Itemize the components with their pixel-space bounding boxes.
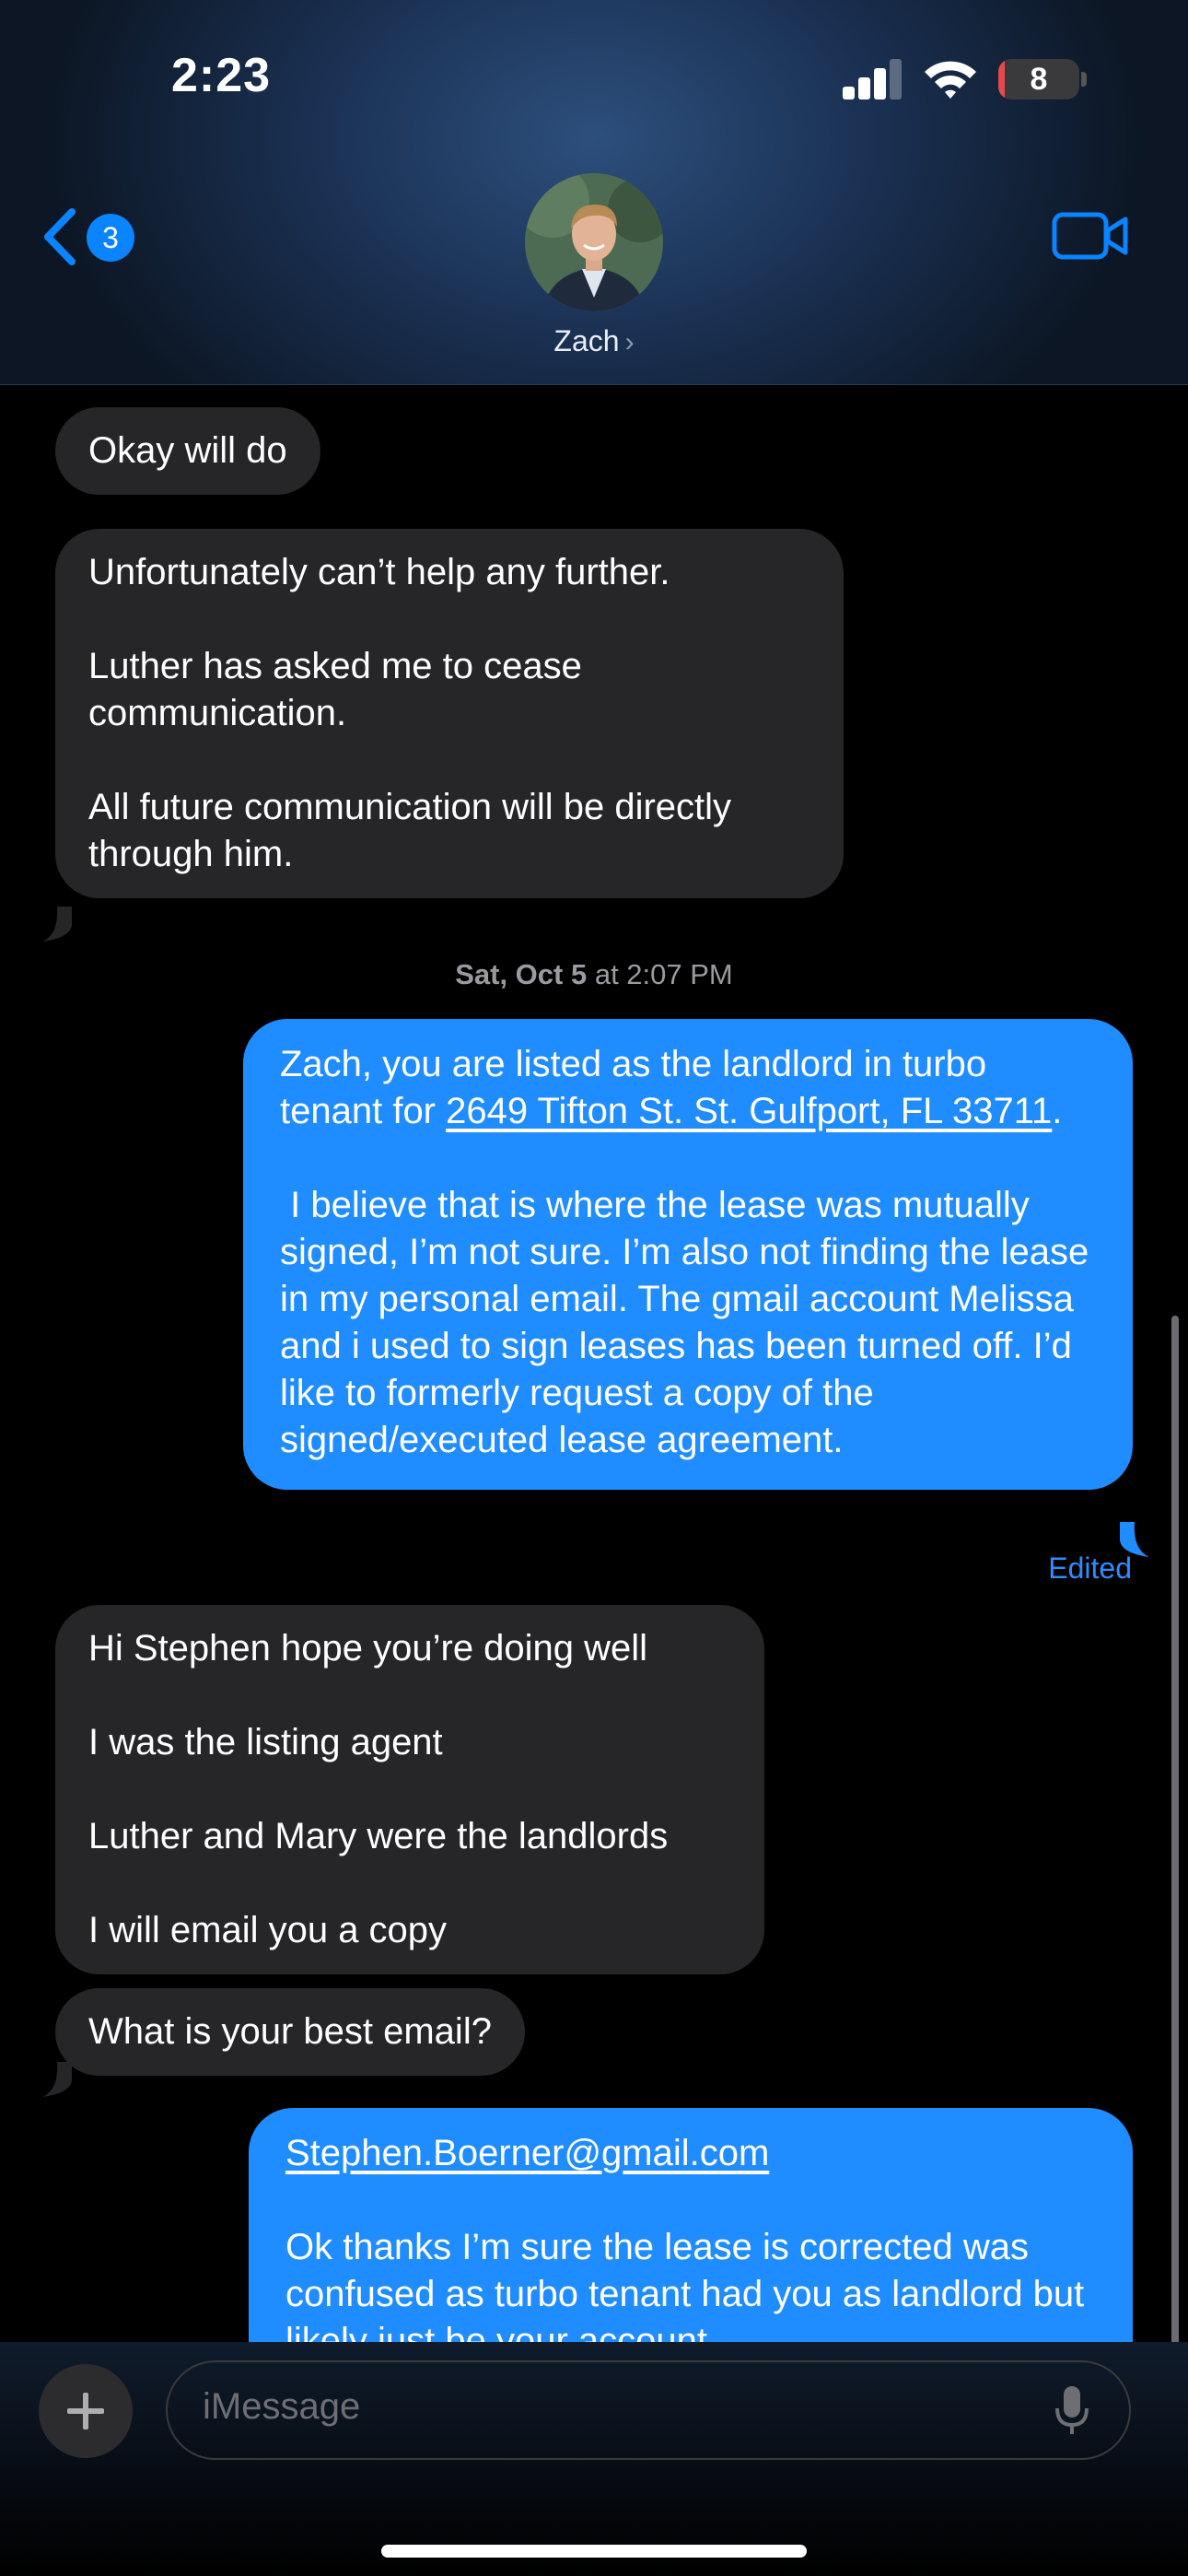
message-composer: iMessage <box>0 2342 1188 2576</box>
timestamp-day: Sat, Oct 5 <box>455 958 588 990</box>
conversation-header: 2:23 8 3 Zach › <box>0 0 1188 385</box>
outgoing-message[interactable]: Stephen.Boerner@gmail.com Ok thanks I’m … <box>249 2108 1133 2342</box>
contact-name-button[interactable]: Zach › <box>0 324 1188 358</box>
message-text: Unfortunately can’t help any further. Lu… <box>88 552 732 874</box>
message-input-placeholder: iMessage <box>203 2386 361 2427</box>
add-attachment-button[interactable] <box>39 2364 133 2458</box>
message-text: What is your best email? <box>88 2011 492 2052</box>
email-link[interactable]: Stephen.Boerner@gmail.com <box>285 2133 769 2173</box>
back-chevron-icon <box>44 208 76 265</box>
back-button[interactable]: 3 <box>41 205 142 269</box>
edited-label[interactable]: Edited <box>1048 1551 1132 1586</box>
incoming-message[interactable]: Unfortunately can’t help any further. Lu… <box>55 529 844 898</box>
message-input[interactable]: iMessage <box>166 2360 1131 2460</box>
wifi-icon <box>925 61 976 99</box>
incoming-message[interactable]: Okay will do <box>55 407 320 495</box>
timestamp-time: at 2:07 PM <box>594 958 733 990</box>
bubble-tail <box>42 907 72 942</box>
chevron-right-icon: › <box>624 327 635 357</box>
scroll-indicator[interactable] <box>1171 1316 1179 2342</box>
message-timestamp: Sat, Oct 5 at 2:07 PM <box>0 958 1188 991</box>
battery-icon: 8 <box>998 59 1079 100</box>
avatar-photo <box>525 173 663 311</box>
message-text-continued: . I believe that is where the lease was … <box>280 1091 1089 1460</box>
address-link[interactable]: 2649 Tifton St. St. Gulfport, FL 33711 <box>446 1091 1052 1131</box>
contact-name: Zach <box>553 324 620 357</box>
unread-count-badge: 3 <box>87 214 134 262</box>
message-text: Okay will do <box>88 430 287 471</box>
message-text: Hi Stephen hope you’re doing well I was … <box>88 1628 669 1950</box>
status-time: 2:23 <box>171 49 272 102</box>
message-text: Ok thanks I’m sure the lease is correcte… <box>285 2227 1085 2342</box>
incoming-message[interactable]: What is your best email? <box>55 1988 525 2076</box>
message-thread[interactable]: Okay will do Unfortunately can’t help an… <box>0 385 1188 2342</box>
bubble-tail <box>42 2062 72 2097</box>
video-call-icon[interactable] <box>1052 210 1129 262</box>
home-indicator[interactable] <box>381 2545 807 2558</box>
battery-cap <box>1081 72 1087 87</box>
incoming-message[interactable]: Hi Stephen hope you’re doing well I was … <box>55 1605 764 1974</box>
outgoing-message[interactable]: Zach, you are listed as the landlord in … <box>243 1019 1133 1490</box>
contact-avatar[interactable] <box>525 173 663 311</box>
battery-level: 8 <box>1030 62 1048 97</box>
cellular-signal-icon <box>843 59 902 100</box>
microphone-icon[interactable] <box>1054 2384 1090 2438</box>
